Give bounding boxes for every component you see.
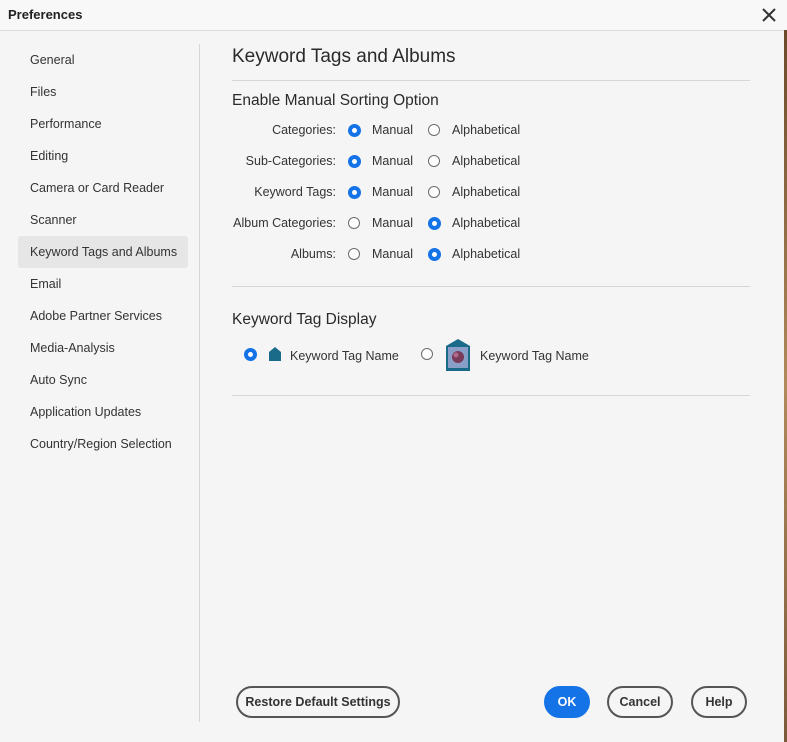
sidebar-item-keyword-tags-and-albums[interactable]: Keyword Tags and Albums xyxy=(18,236,188,268)
sidebar-item-scanner[interactable]: Scanner xyxy=(18,204,188,236)
sidebar-item-media-analysis[interactable]: Media-Analysis xyxy=(18,332,188,364)
option-label: Manual xyxy=(372,123,413,137)
sort-row-album-categories: Album Categories: Manual Alphabetical xyxy=(232,214,652,234)
page-title: Keyword Tags and Albums xyxy=(232,46,456,67)
option-label: Alphabetical xyxy=(452,123,521,137)
sort-row-label: Album Categories: xyxy=(233,216,336,230)
window-title: Preferences xyxy=(8,7,83,22)
album-categories-alphabetical-radio[interactable] xyxy=(428,217,441,230)
sidebar-item-files[interactable]: Files xyxy=(18,76,188,108)
sort-row-keyword-tags: Keyword Tags: Manual Alphabetical xyxy=(232,183,652,203)
small-tag-display-label: Keyword Tag Name xyxy=(290,349,399,363)
sort-row-sub-categories: Sub-Categories: Manual Alphabetical xyxy=(232,152,652,172)
divider xyxy=(232,286,750,287)
option-label: Manual xyxy=(372,185,413,199)
sort-row-label: Keyword Tags: xyxy=(254,185,336,199)
option-label: Alphabetical xyxy=(452,247,521,261)
sidebar-item-country-region-selection[interactable]: Country/Region Selection xyxy=(18,428,188,460)
album-categories-manual-radio[interactable] xyxy=(348,217,360,229)
sidebar-item-camera-or-card-reader[interactable]: Camera or Card Reader xyxy=(18,172,188,204)
sidebar: General Files Performance Editing Camera… xyxy=(18,44,188,460)
keyword-tags-manual-radio[interactable] xyxy=(348,186,361,199)
sub-categories-alphabetical-radio[interactable] xyxy=(428,155,440,167)
small-tag-display-radio[interactable] xyxy=(244,348,257,361)
sidebar-item-editing[interactable]: Editing xyxy=(18,140,188,172)
divider xyxy=(232,395,750,396)
sidebar-item-email[interactable]: Email xyxy=(18,268,188,300)
sidebar-item-adobe-partner-services[interactable]: Adobe Partner Services xyxy=(18,300,188,332)
option-label: Alphabetical xyxy=(452,216,521,230)
restore-default-settings-button[interactable]: Restore Default Settings xyxy=(236,686,400,718)
sidebar-divider xyxy=(199,44,200,722)
help-button[interactable]: Help xyxy=(691,686,747,718)
sidebar-item-performance[interactable]: Performance xyxy=(18,108,188,140)
close-icon[interactable] xyxy=(759,5,779,25)
categories-alphabetical-radio[interactable] xyxy=(428,124,440,136)
categories-manual-radio[interactable] xyxy=(348,124,361,137)
divider xyxy=(232,80,750,81)
sidebar-item-application-updates[interactable]: Application Updates xyxy=(18,396,188,428)
sidebar-item-auto-sync[interactable]: Auto Sync xyxy=(18,364,188,396)
large-tag-display-label: Keyword Tag Name xyxy=(480,349,589,363)
sort-row-label: Categories: xyxy=(272,123,336,137)
sort-row-label: Albums: xyxy=(290,247,336,261)
sorting-section-heading: Enable Manual Sorting Option xyxy=(232,92,439,109)
albums-alphabetical-radio[interactable] xyxy=(428,248,441,261)
option-label: Alphabetical xyxy=(452,185,521,199)
option-label: Manual xyxy=(372,154,413,168)
large-tag-display-radio[interactable] xyxy=(421,348,433,360)
option-label: Alphabetical xyxy=(452,154,521,168)
title-bar: Preferences xyxy=(0,0,787,31)
ok-button[interactable]: OK xyxy=(544,686,590,718)
sort-row-albums: Albums: Manual Alphabetical xyxy=(232,245,652,265)
keyword-tags-alphabetical-radio[interactable] xyxy=(428,186,440,198)
cancel-button[interactable]: Cancel xyxy=(607,686,673,718)
sort-row-categories: Categories: Manual Alphabetical xyxy=(232,121,652,141)
display-section-heading: Keyword Tag Display xyxy=(232,311,377,328)
tag-icon xyxy=(269,347,281,361)
option-label: Manual xyxy=(372,247,413,261)
sidebar-item-general[interactable]: General xyxy=(18,44,188,76)
tag-thumbnail-icon xyxy=(446,339,470,371)
sort-row-label: Sub-Categories: xyxy=(245,154,336,168)
albums-manual-radio[interactable] xyxy=(348,248,360,260)
sub-categories-manual-radio[interactable] xyxy=(348,155,361,168)
option-label: Manual xyxy=(372,216,413,230)
